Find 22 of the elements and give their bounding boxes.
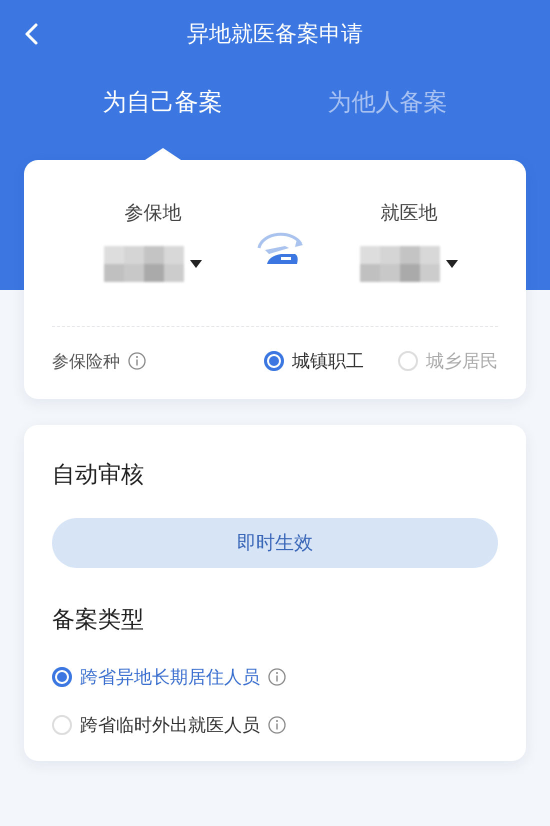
dropdown-caret-icon[interactable] [190,260,202,268]
radio-option[interactable]: 跨省临时外出就医人员 [52,713,260,737]
section-title: 备案类型 [52,606,145,635]
tab[interactable]: 为自己备案 [62,68,262,160]
dropdown-caret-icon[interactable] [446,260,458,268]
radio-icon[interactable] [264,351,284,371]
info-icon[interactable] [268,716,286,734]
location-label: 参保地 [124,201,182,226]
radio-option[interactable]: 城镇职工 [264,349,364,373]
field-label: 参保险种 [52,350,120,372]
radio-icon[interactable] [52,667,72,687]
info-icon[interactable] [128,352,146,370]
location-label: 就医地 [380,201,438,226]
section-title: 自动审核 [52,461,145,490]
tab[interactable]: 为他人备案 [288,68,488,160]
radio-option[interactable]: 跨省异地长期居住人员 [52,665,260,689]
blurred-value[interactable] [104,246,184,282]
effect-button[interactable]: 即时生效 [52,518,498,568]
blurred-value[interactable] [360,246,440,282]
page-title: 异地就医备案申请 [187,21,363,49]
info-icon[interactable] [268,668,286,686]
radio-option[interactable]: 城乡居民 [398,349,498,373]
